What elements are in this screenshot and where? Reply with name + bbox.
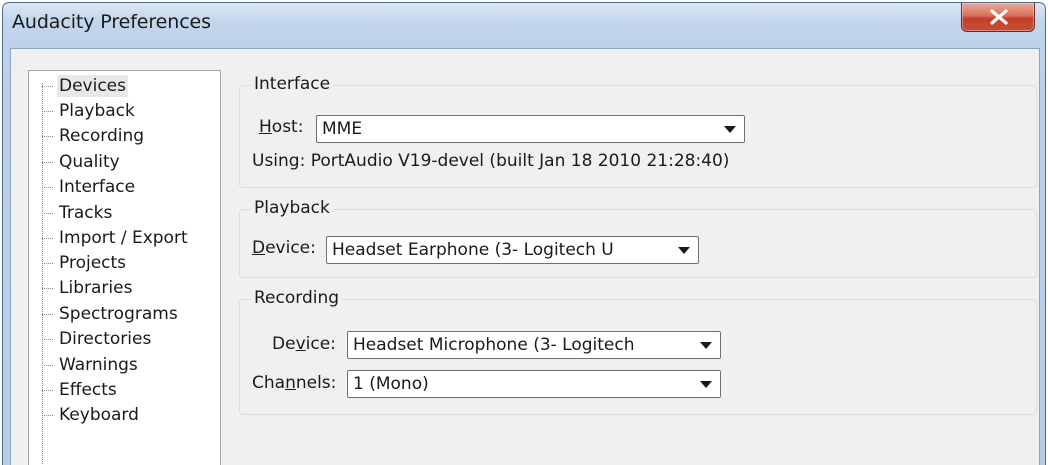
interface-group: Interface Host: MME Using: PortAudio V19… <box>239 74 1037 188</box>
tree-item-interface[interactable]: Interface <box>42 173 137 201</box>
tree-branch <box>42 262 54 264</box>
tree-item-recording[interactable]: Recording <box>42 122 146 150</box>
playback-group: Playback Device: Headset Earphone (3- Lo… <box>239 198 1037 278</box>
tree-branch <box>42 338 54 340</box>
tree-item-label: Quality <box>59 152 120 172</box>
tree-item-keyboard[interactable]: Keyboard <box>42 401 141 429</box>
dialog-client-area: Devices Playback Recording Quality Inter… <box>10 48 1040 465</box>
host-dropdown[interactable]: MME <box>316 115 745 143</box>
tree-item-devices[interactable]: Devices <box>42 72 128 100</box>
tree-item-label: Devices <box>57 75 128 97</box>
tree-item-label: Spectrograms <box>59 304 178 324</box>
tree-branch <box>42 287 54 289</box>
tree-item-label: Libraries <box>59 278 133 298</box>
tree-item-label: Interface <box>59 177 136 197</box>
tree-item-label: Effects <box>59 380 117 400</box>
host-label-text: ost: <box>271 117 304 137</box>
recording-device-label-pre: De <box>272 334 296 354</box>
tree-item-warnings[interactable]: Warnings <box>42 351 140 379</box>
tree-item-directories[interactable]: Directories <box>42 325 153 353</box>
chevron-down-icon <box>724 126 736 133</box>
tree-item-projects[interactable]: Projects <box>42 249 128 277</box>
tree-branch <box>42 313 54 315</box>
tree-item-label: Warnings <box>59 355 138 375</box>
tree-item-label: Keyboard <box>59 405 139 425</box>
close-x-icon <box>990 9 1008 25</box>
playback-device-label: Device: <box>252 238 316 258</box>
tree-item-label: Playback <box>59 101 135 121</box>
playback-device-value: Headset Earphone (3- Logitech U <box>332 240 614 260</box>
tree-branch <box>42 389 54 391</box>
host-dropdown-value: MME <box>322 119 363 139</box>
tree-item-label: Projects <box>59 253 127 273</box>
channels-mnemonic: n <box>285 373 296 393</box>
host-label: Host: <box>259 117 303 137</box>
playback-device-mnemonic: D <box>252 238 266 258</box>
recording-device-dropdown[interactable]: Headset Microphone (3- Logitech <box>347 331 721 359</box>
tree-item-libraries[interactable]: Libraries <box>42 274 134 302</box>
recording-group-title: Recording <box>251 288 343 308</box>
playback-group-title: Playback <box>251 198 333 218</box>
recording-device-label: Device: <box>272 334 336 354</box>
tree-item-quality[interactable]: Quality <box>42 148 122 176</box>
tree-branch <box>42 212 54 214</box>
recording-group: Recording Device: Headset Microphone (3-… <box>239 288 1037 415</box>
chevron-down-icon <box>678 247 690 254</box>
tree-branch <box>42 364 54 366</box>
channels-label-text: nels: <box>295 373 337 393</box>
host-label-mnemonic: H <box>259 117 272 137</box>
channels-label-pre: Cha <box>252 373 286 393</box>
tree-item-playback[interactable]: Playback <box>42 97 137 125</box>
tree-branch <box>42 85 54 87</box>
tree-item-import-export[interactable]: Import / Export <box>42 224 190 252</box>
tree-branch <box>42 135 54 137</box>
tree-item-effects[interactable]: Effects <box>42 376 119 404</box>
category-tree[interactable]: Devices Playback Recording Quality Inter… <box>28 70 221 465</box>
preferences-window: Audacity Preferences Devices Playback Re… <box>2 2 1046 465</box>
tree-item-tracks[interactable]: Tracks <box>42 199 114 227</box>
tree-branch <box>42 161 54 163</box>
recording-device-mnemonic: v <box>295 334 306 354</box>
interface-group-title: Interface <box>251 74 334 94</box>
tree-item-label: Tracks <box>59 203 113 223</box>
close-button[interactable] <box>961 3 1035 32</box>
channels-dropdown[interactable]: 1 (Mono) <box>347 370 721 398</box>
channels-label: Channels: <box>252 373 336 393</box>
playback-device-dropdown[interactable]: Headset Earphone (3- Logitech U <box>326 236 699 264</box>
portaudio-version-text: Using: PortAudio V19-devel (built Jan 18… <box>252 151 730 171</box>
tree-item-label: Import / Export <box>59 228 188 248</box>
window-title: Audacity Preferences <box>12 11 211 33</box>
tree-item-label: Recording <box>59 126 145 146</box>
tree-branch <box>42 110 54 112</box>
tree-branch <box>42 186 54 188</box>
tree-item-spectrograms[interactable]: Spectrograms <box>42 300 180 328</box>
chevron-down-icon <box>700 381 712 388</box>
recording-device-value: Headset Microphone (3- Logitech <box>353 335 635 355</box>
chevron-down-icon <box>700 342 712 349</box>
tree-branch <box>42 237 54 239</box>
recording-device-label-text: ice: <box>305 334 336 354</box>
tree-item-label: Directories <box>59 329 152 349</box>
channels-value: 1 (Mono) <box>353 374 429 394</box>
tree-branch <box>42 414 54 416</box>
playback-device-label-text: evice: <box>265 238 316 258</box>
